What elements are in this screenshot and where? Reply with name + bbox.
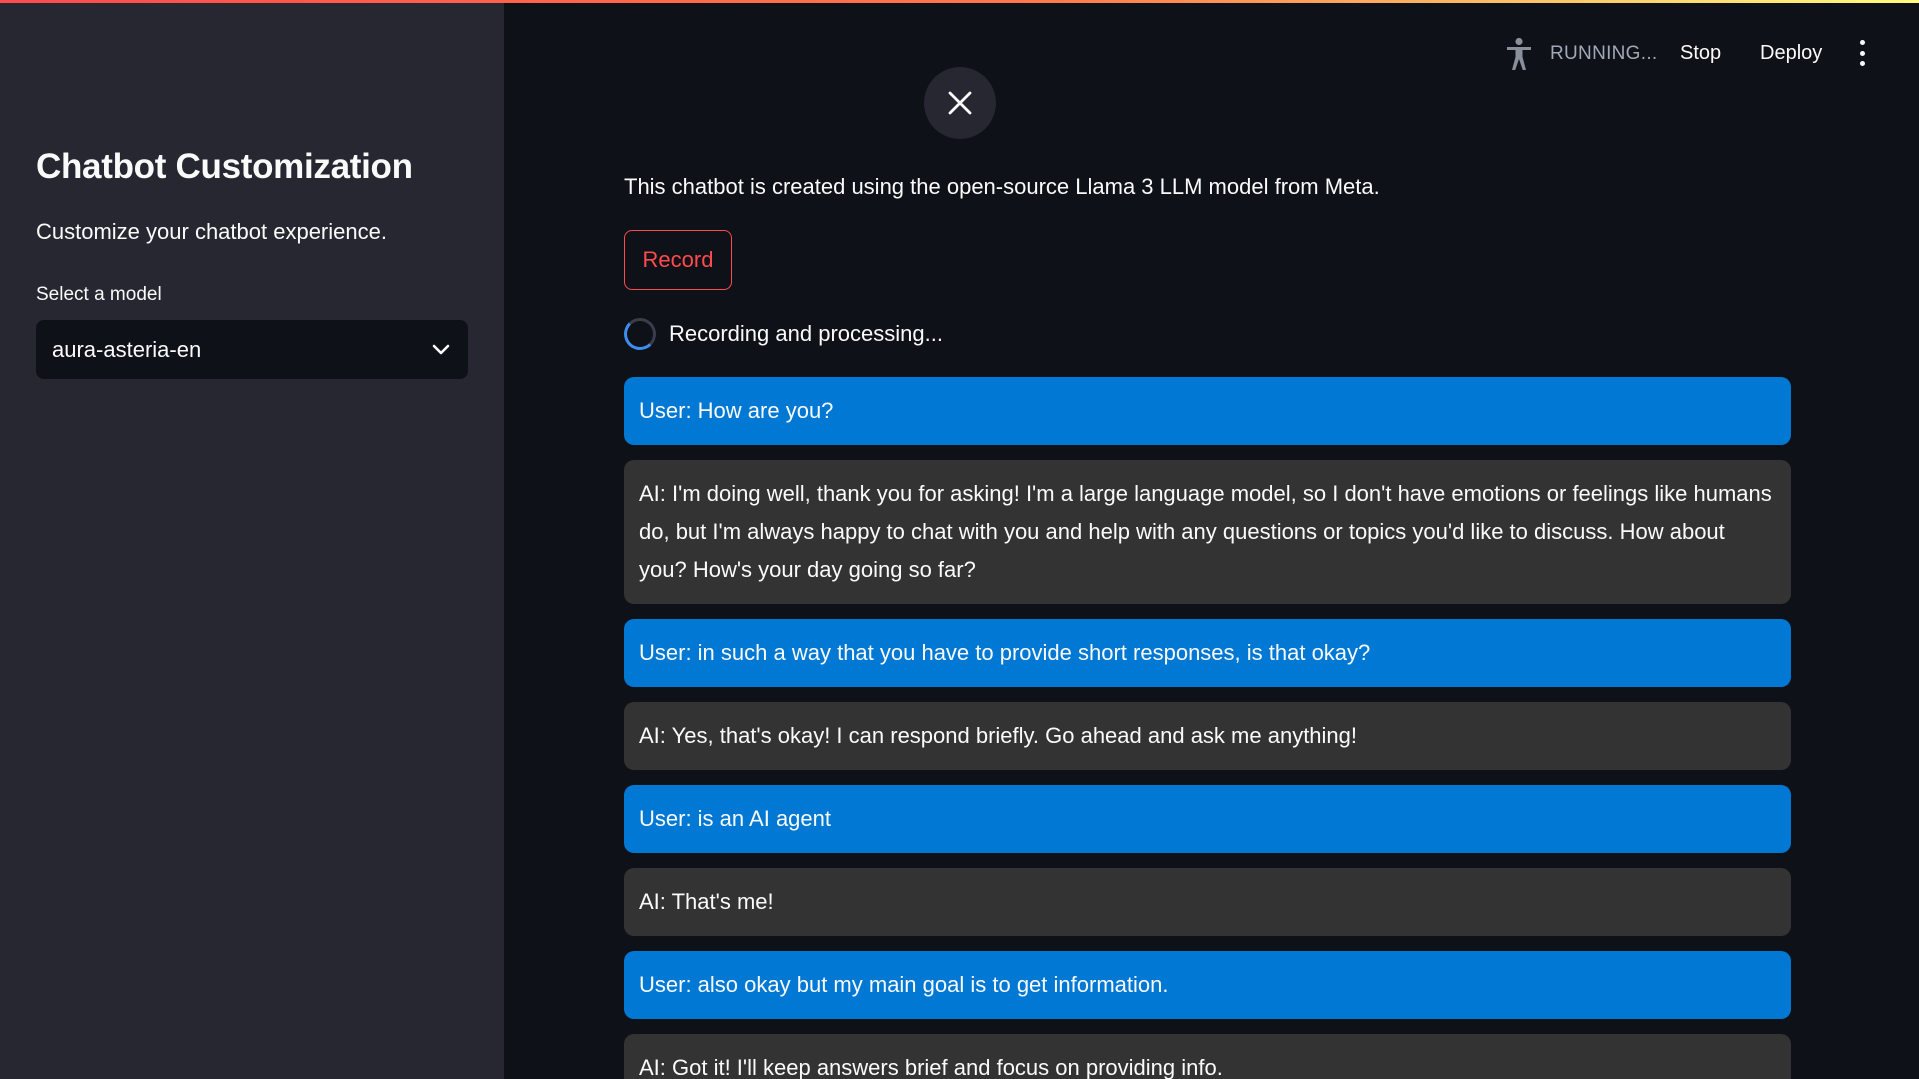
message-text: AI: Got it! I'll keep answers brief and … xyxy=(639,1055,1223,1079)
close-icon xyxy=(948,91,972,115)
sidebar-description: Customize your chatbot experience. xyxy=(36,219,387,244)
message-text: User: How are you? xyxy=(639,398,834,423)
sidebar: Chatbot Customization Customize your cha… xyxy=(0,0,504,1079)
message-text: User: in such a way that you have to pro… xyxy=(639,640,1371,665)
running-person-icon xyxy=(1505,37,1533,71)
ai-message: AI: Yes, that's okay! I can respond brie… xyxy=(624,702,1791,770)
deploy-button[interactable]: Deploy xyxy=(1760,42,1822,65)
ai-message: AI: That's me! xyxy=(624,868,1791,936)
chat-messages: User: How are you? AI: I'm doing well, t… xyxy=(624,377,1791,1079)
message-text: AI: I'm doing well, thank you for asking… xyxy=(639,481,1772,582)
user-message: User: also okay but my main goal is to g… xyxy=(624,951,1791,1019)
intro-text: This chatbot is created using the open-s… xyxy=(624,174,1380,199)
record-button[interactable]: Record xyxy=(624,230,732,290)
ai-message: AI: I'm doing well, thank you for asking… xyxy=(624,460,1791,604)
message-text: User: also okay but my main goal is to g… xyxy=(639,972,1169,997)
user-message: User: How are you? xyxy=(624,377,1791,445)
chevron-down-icon xyxy=(430,339,452,361)
close-button[interactable] xyxy=(924,67,996,139)
recording-status-text: Recording and processing... xyxy=(669,321,943,346)
message-text: User: is an AI agent xyxy=(639,806,831,831)
running-status: RUNNING... xyxy=(1550,43,1658,64)
spinner-icon xyxy=(624,318,656,350)
ai-message: AI: Got it! I'll keep answers brief and … xyxy=(624,1034,1791,1079)
recording-status: Recording and processing... xyxy=(624,317,943,351)
stop-button[interactable]: Stop xyxy=(1680,42,1721,65)
message-text: AI: That's me! xyxy=(639,889,774,914)
message-text: AI: Yes, that's okay! I can respond brie… xyxy=(639,723,1358,748)
user-message: User: is an AI agent xyxy=(624,785,1791,853)
model-select-label: Select a model xyxy=(36,284,162,305)
top-decoration-bar xyxy=(0,0,1919,3)
more-menu-icon[interactable] xyxy=(1856,40,1868,66)
sidebar-title: Chatbot Customization xyxy=(36,147,413,186)
model-select-value: aura-asteria-en xyxy=(52,336,202,362)
model-select[interactable]: aura-asteria-en xyxy=(36,320,468,379)
user-message: User: in such a way that you have to pro… xyxy=(624,619,1791,687)
